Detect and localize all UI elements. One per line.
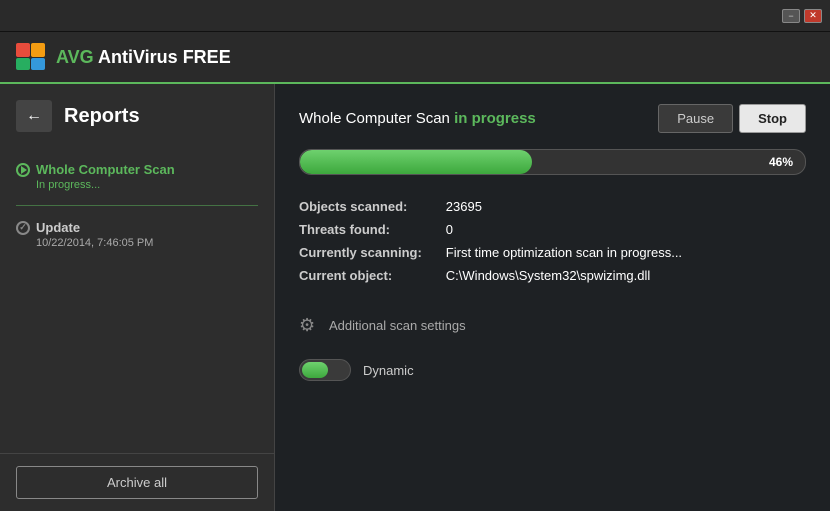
sidebar-footer: Archive all bbox=[0, 453, 274, 511]
app-title: AVG AntiVirus FREE bbox=[56, 47, 231, 68]
sidebar-items: Whole Computer Scan In progress... ✓ Upd… bbox=[0, 144, 274, 453]
toggle-track bbox=[302, 362, 328, 378]
sidebar-item-title-update: ✓ Update bbox=[16, 220, 258, 235]
back-button[interactable]: ← bbox=[16, 100, 52, 132]
sidebar-item-update[interactable]: ✓ Update 10/22/2014, 7:46:05 PM bbox=[0, 210, 274, 259]
title-bar-controls: − ✕ bbox=[782, 9, 822, 23]
current-object-value: C:\Windows\System32\spwizimg.dll bbox=[446, 268, 806, 283]
gear-icon: ⚙ bbox=[299, 315, 319, 335]
sidebar-header: ← Reports bbox=[0, 84, 274, 144]
header-bar: AVG AntiVirus FREE bbox=[0, 32, 830, 84]
dynamic-toggle[interactable] bbox=[299, 359, 351, 381]
pause-button[interactable]: Pause bbox=[658, 104, 733, 133]
scan-stats: Objects scanned: 23695 Threats found: 0 … bbox=[299, 199, 806, 283]
sidebar-item-whole-computer-scan[interactable]: Whole Computer Scan In progress... bbox=[0, 152, 274, 201]
progress-label: 46% bbox=[769, 155, 793, 169]
sidebar-item-title-scan: Whole Computer Scan bbox=[16, 162, 258, 177]
close-button[interactable]: ✕ bbox=[804, 9, 822, 23]
sidebar-item-subtitle-scan: In progress... bbox=[36, 179, 258, 191]
content-header: Whole Computer Scan in progress Pause St… bbox=[299, 104, 806, 133]
progress-bar-container: 46% bbox=[299, 149, 806, 175]
currently-scanning-value: First time optimization scan in progress… bbox=[446, 245, 806, 260]
sidebar-item-subtitle-update: 10/22/2014, 7:46:05 PM bbox=[36, 237, 258, 249]
progress-bar-fill bbox=[300, 150, 532, 174]
archive-all-button[interactable]: Archive all bbox=[16, 466, 258, 499]
objects-scanned-value: 23695 bbox=[446, 199, 806, 214]
dynamic-toggle-row: Dynamic bbox=[299, 359, 806, 381]
dynamic-toggle-label: Dynamic bbox=[363, 363, 414, 378]
sidebar-divider bbox=[16, 205, 258, 206]
stop-button[interactable]: Stop bbox=[739, 104, 806, 133]
main-area: ← Reports Whole Computer Scan In progres… bbox=[0, 84, 830, 511]
threats-found-value: 0 bbox=[446, 222, 806, 237]
logo-area: AVG AntiVirus FREE bbox=[16, 43, 231, 71]
additional-settings-row[interactable]: ⚙ Additional scan settings bbox=[299, 315, 806, 335]
content-area: Whole Computer Scan in progress Pause St… bbox=[275, 84, 830, 511]
minimize-button[interactable]: − bbox=[782, 9, 800, 23]
current-object-label: Current object: bbox=[299, 268, 422, 283]
sidebar-title: Reports bbox=[64, 105, 140, 128]
additional-settings-label: Additional scan settings bbox=[329, 318, 466, 333]
threats-found-label: Threats found: bbox=[299, 222, 422, 237]
scan-status-title: Whole Computer Scan in progress bbox=[299, 110, 536, 127]
scan-control-buttons: Pause Stop bbox=[658, 104, 806, 133]
objects-scanned-label: Objects scanned: bbox=[299, 199, 422, 214]
play-circle-icon bbox=[16, 163, 30, 177]
check-circle-icon: ✓ bbox=[16, 221, 30, 235]
currently-scanning-label: Currently scanning: bbox=[299, 245, 422, 260]
avg-logo-icon bbox=[16, 43, 48, 71]
title-bar: − ✕ bbox=[0, 0, 830, 32]
sidebar: ← Reports Whole Computer Scan In progres… bbox=[0, 84, 275, 511]
